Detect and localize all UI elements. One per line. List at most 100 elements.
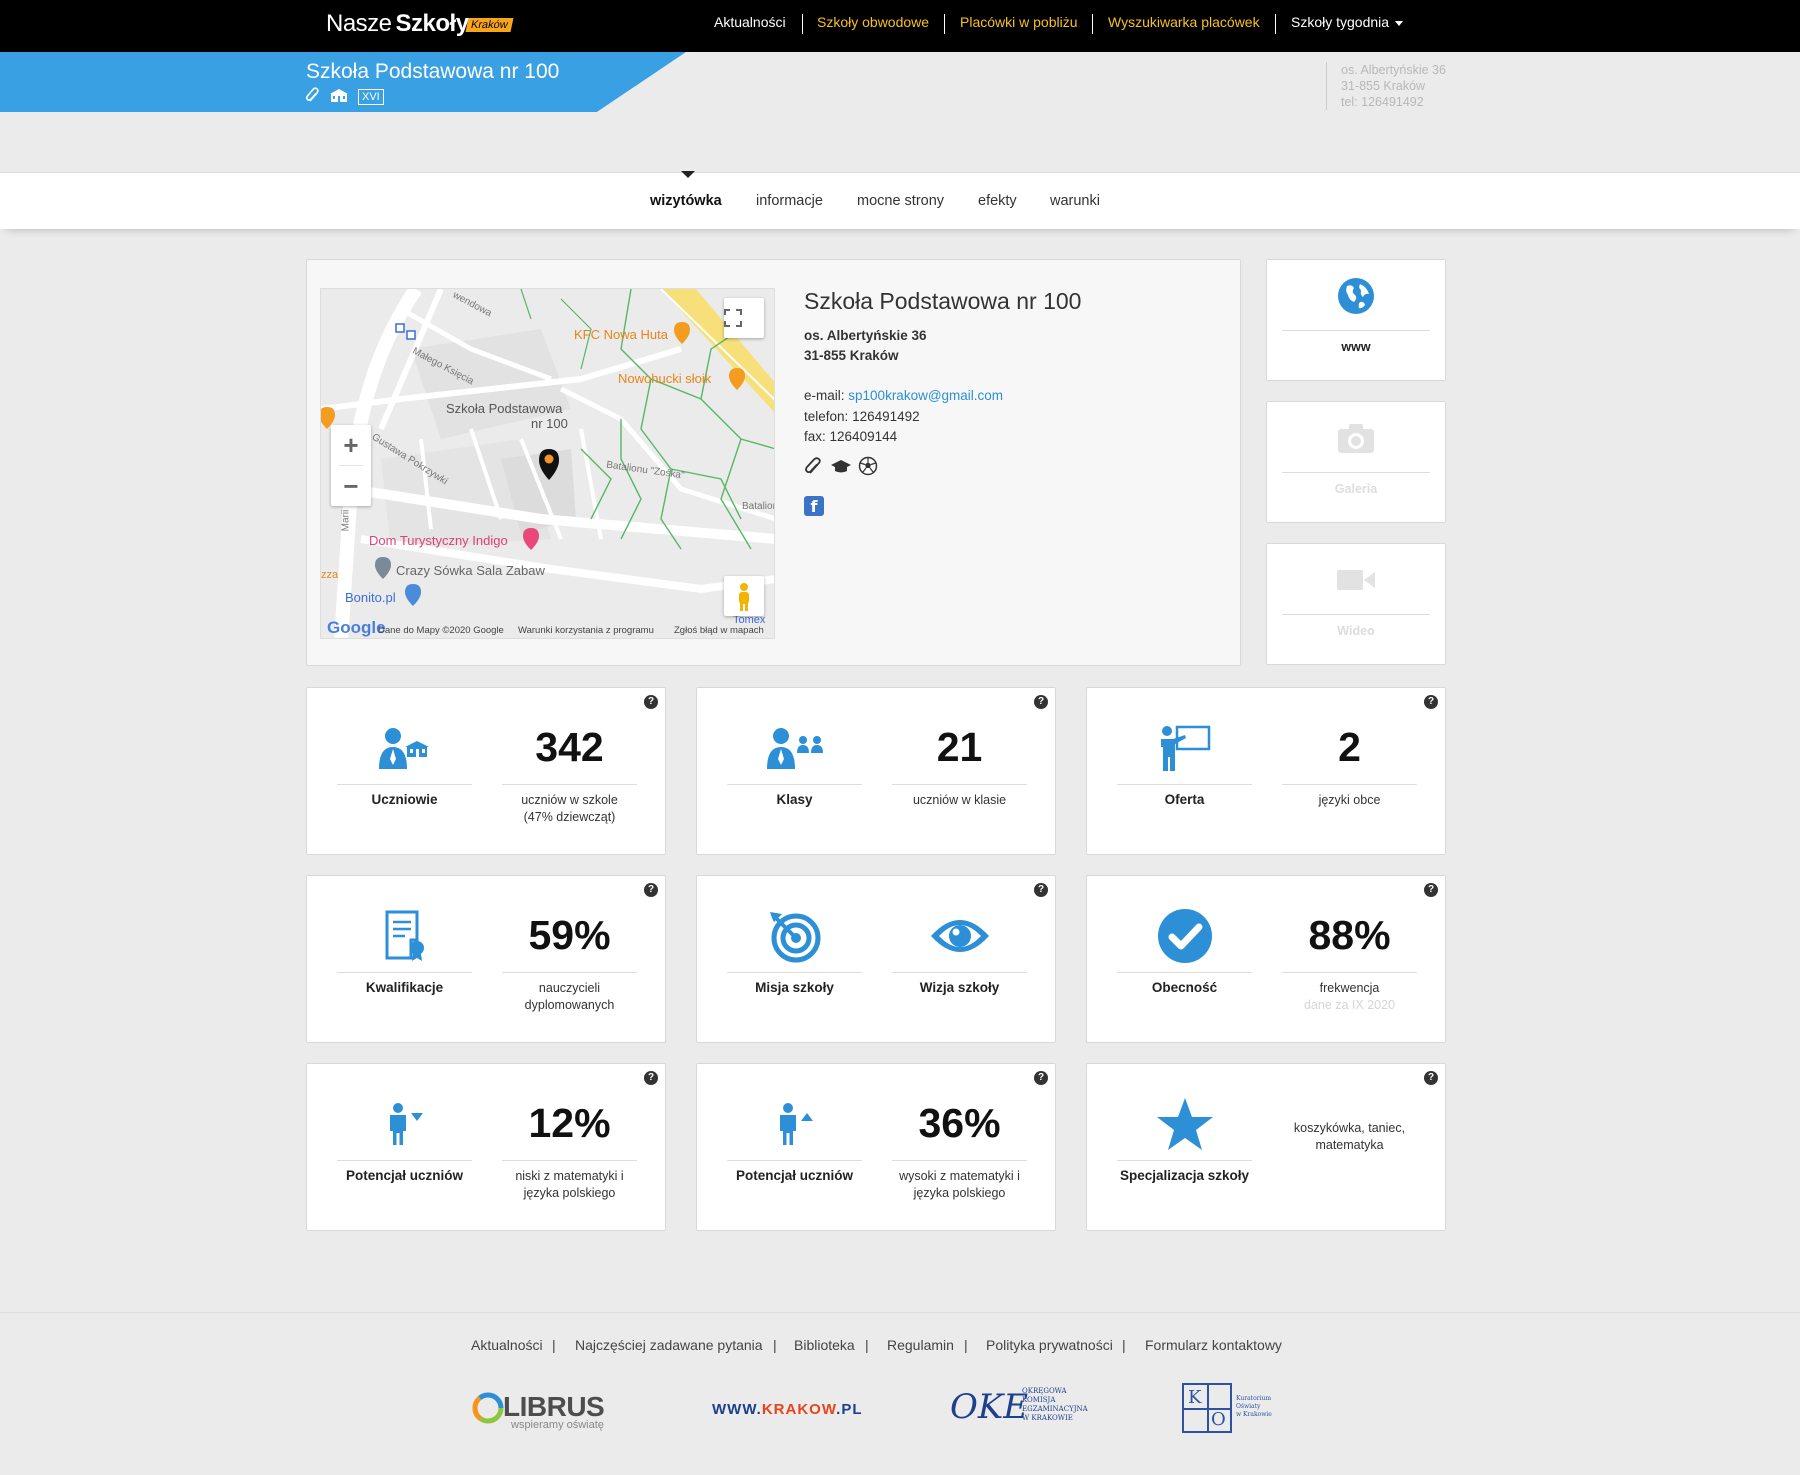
fax-number: 126409144 <box>829 429 898 444</box>
caret-down-icon <box>1395 20 1404 26</box>
facebook-icon[interactable]: f <box>804 496 824 516</box>
tab-efekty[interactable]: efekty <box>978 193 1017 209</box>
map-poi-crazy-sowka[interactable]: Crazy Sówka Sala Zabaw <box>396 563 545 578</box>
stat-value: 2 <box>1338 724 1361 770</box>
stat-value: 59% <box>528 912 611 958</box>
nav-separator <box>944 14 945 34</box>
map-terms-link[interactable]: Warunki korzystania z programu <box>518 625 654 636</box>
map-school-label-line2: nr 100 <box>531 416 568 431</box>
video-card[interactable]: Wideo <box>1266 543 1446 665</box>
nav-wyszukiwarka-placowek[interactable]: Wyszukiwarka placówek <box>1108 14 1260 30</box>
stat-label: Obecność <box>1151 980 1218 995</box>
graduation-cap-icon <box>831 460 851 473</box>
nav-separator <box>1092 14 1093 34</box>
help-icon[interactable]: ? <box>1424 1071 1438 1085</box>
globe-icon <box>1338 278 1374 314</box>
district-badge: XVI <box>358 88 384 105</box>
mission-label[interactable]: Misja szkoły <box>727 980 862 995</box>
help-icon[interactable]: ? <box>1034 1071 1048 1085</box>
stat-description: wysoki z matematyki i języka polskiego <box>899 1169 1020 1200</box>
help-icon[interactable]: ? <box>644 883 658 897</box>
site-logo[interactable]: Nasze Szkoły Kraków <box>326 10 513 40</box>
paperclip-icon <box>805 457 821 474</box>
stat-description: frekwencja dane za IX 2020 <box>1303 981 1396 1012</box>
stat-label: Uczniowie <box>371 792 438 807</box>
nav-szkoly-tygodnia-dropdown[interactable]: Szkoły tygodnia <box>1291 14 1404 30</box>
map-report-link[interactable]: Zgłoś błąd w mapach <box>674 625 764 636</box>
stat-value: 12% <box>528 1100 611 1146</box>
stat-value: 88% <box>1308 912 1391 958</box>
stat-card-oferta: ? 2 Oferta języki obce <box>1086 687 1446 855</box>
paperclip-icon <box>305 87 320 106</box>
person-arrow-up-icon <box>779 1103 813 1145</box>
stat-card-potencjal-wysoki: ? 36% Potencjał uczniów wysoki z matemat… <box>696 1063 1056 1231</box>
help-icon[interactable]: ? <box>644 695 658 709</box>
footer-link-faq[interactable]: Najczęściej zadawane pytania <box>575 1337 763 1353</box>
footer-link-polityka[interactable]: Polityka prywatności <box>986 1337 1113 1353</box>
video-icon <box>1337 570 1375 590</box>
nav-szkoly-obwodowe[interactable]: Szkoły obwodowe <box>817 14 929 30</box>
help-icon[interactable]: ? <box>644 1071 658 1085</box>
person-arrow-down-icon <box>389 1103 423 1145</box>
tab-mocne-strony[interactable]: mocne strony <box>857 193 944 209</box>
map-zoom-controls: + − <box>331 425 371 506</box>
nav-aktualnosci[interactable]: Aktualności <box>714 14 786 30</box>
map-fullscreen-button[interactable] <box>724 298 764 338</box>
stat-label: Kwalifikacje <box>365 980 444 995</box>
tab-wizytowka[interactable]: wizytówka <box>650 193 722 209</box>
map-school-label[interactable]: Szkoła Podstawowa <box>446 401 562 416</box>
certificate-icon <box>385 910 424 961</box>
contact-details: e-mail: sp100krakow@gmail.com telefon: 1… <box>804 388 1004 444</box>
page-footer: Aktualności | Najczęściej zadawane pytan… <box>0 1312 1800 1475</box>
video-label: Wideo <box>1337 624 1375 638</box>
profile-tabs: wizytówka informacje mocne strony efekty… <box>0 171 1800 229</box>
nav-separator <box>802 14 803 34</box>
phone-number: 126491492 <box>852 408 920 424</box>
oke-logo[interactable]: OKE OKRĘGOWA KOMISJA EGZAMINACYJNA W KRA… <box>950 1383 1100 1439</box>
footer-link-aktualnosci[interactable]: Aktualności <box>471 1337 543 1353</box>
footer-link-kontakt[interactable]: Formularz kontaktowy <box>1145 1337 1282 1353</box>
nav-separator <box>1275 14 1276 34</box>
map-poi-bonito[interactable]: Bonito.pl <box>345 590 396 605</box>
street-view-pegman-button[interactable] <box>724 576 764 616</box>
camera-icon <box>1338 424 1374 453</box>
krakow-pl-logo[interactable]: WWW.KRAKOW.PL <box>712 1401 863 1418</box>
students-icon <box>378 728 429 769</box>
help-icon[interactable]: ? <box>1424 883 1438 897</box>
stat-value: 342 <box>535 724 604 770</box>
www-card[interactable]: www <box>1266 259 1446 381</box>
zoom-out-button[interactable]: − <box>331 466 371 506</box>
school-address: os. Albertyńskie 36 31-855 Kraków <box>804 328 927 363</box>
tab-informacje[interactable]: informacje <box>756 193 823 209</box>
header-address: os. Albertyńskie 36 31-855 Kraków tel: 1… <box>1326 62 1446 110</box>
gallery-label: Galeria <box>1334 482 1378 496</box>
map-streets <box>321 289 774 638</box>
map-attribution: Google Dane do Mapy ©2020 Google Warunki… <box>327 618 764 637</box>
stat-label: Potencjał uczniów <box>735 1168 854 1183</box>
location-map[interactable]: wendowa KFC Nowa Huta Nowohucki słoik Ma… <box>320 288 775 639</box>
help-icon[interactable]: ? <box>1424 695 1438 709</box>
email-link[interactable]: sp100krakow@gmail.com <box>848 388 1003 403</box>
map-label-edge: zza <box>321 569 339 581</box>
target-icon <box>769 912 820 963</box>
zoom-in-button[interactable]: + <box>331 425 371 465</box>
map-poi-nowohucki-sloik[interactable]: Nowohucki słoik <box>618 371 711 386</box>
librus-logo[interactable]: LIBRUS wspieramy oświatę <box>471 1391 631 1431</box>
footer-link-regulamin[interactable]: Regulamin <box>887 1337 954 1353</box>
stat-description: nauczycieli dyplomowanych <box>524 981 615 1012</box>
vision-label[interactable]: Wizja szkoły <box>892 980 1027 995</box>
map-poi-kfc[interactable]: KFC Nowa Huta <box>574 327 668 342</box>
help-icon[interactable]: ? <box>1034 883 1048 897</box>
tab-warunki[interactable]: warunki <box>1050 193 1100 209</box>
stat-card-specjalizacja: ? koszykówka, taniec, matematyka Specjali… <box>1086 1063 1446 1231</box>
star-icon <box>1156 1098 1213 1150</box>
checkmark-circle-icon <box>1157 909 1212 963</box>
map-poi-dom-turystyczny[interactable]: Dom Turystyczny Indigo <box>369 533 508 548</box>
help-icon[interactable]: ? <box>1034 695 1048 709</box>
stat-value: 21 <box>936 724 983 770</box>
footer-link-biblioteka[interactable]: Biblioteka <box>794 1337 855 1353</box>
gallery-card[interactable]: Galeria <box>1266 401 1446 523</box>
stat-card-klasy: ? 21 Klasy uczniów w klasie <box>696 687 1056 855</box>
kuratorium-logo[interactable]: K O Kuratorium Oświaty w Krakowie <box>1182 1383 1292 1437</box>
nav-placowki-w-poblizu[interactable]: Placówki w pobliżu <box>960 14 1078 30</box>
